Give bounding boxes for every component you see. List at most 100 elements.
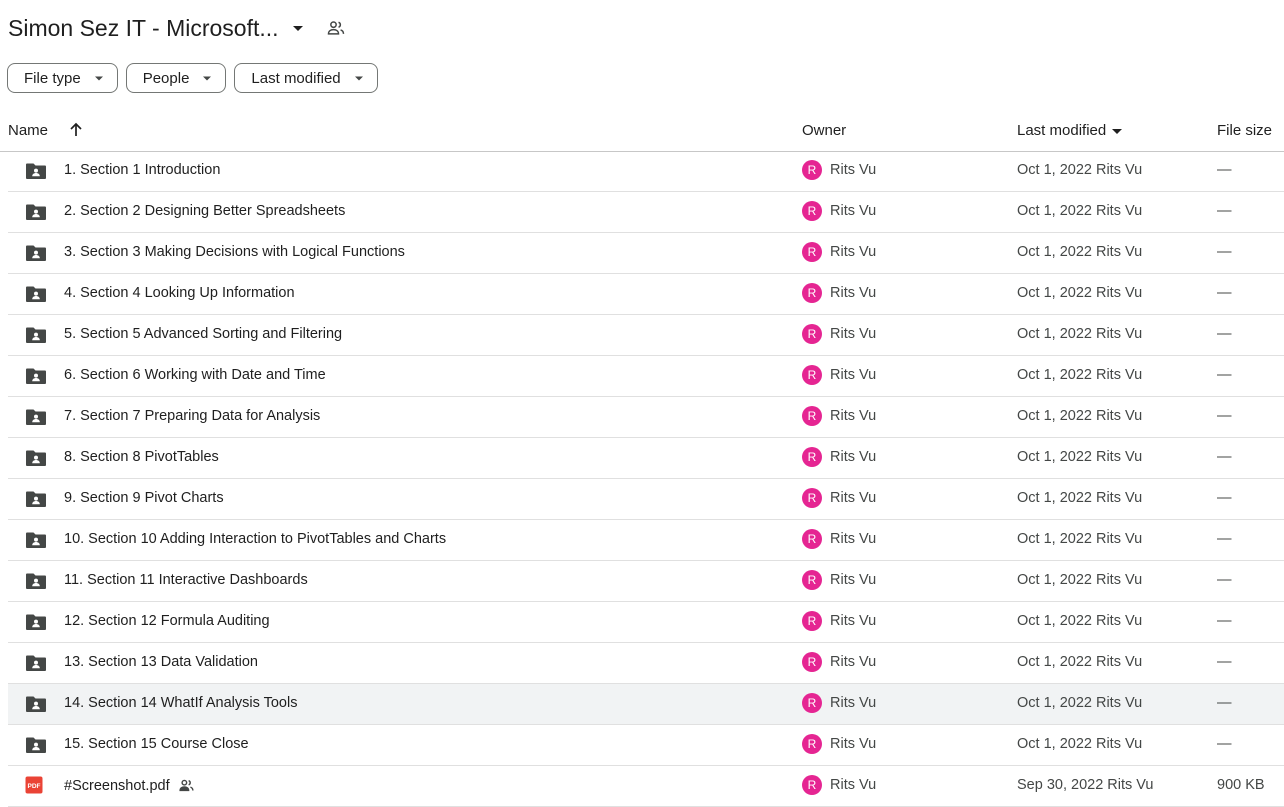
owner-name: Rits Vu [830,408,877,424]
svg-text:PDF: PDF [28,783,41,790]
shared-icon [178,777,195,794]
avatar[interactable]: R [802,283,822,303]
file-size: — [1217,203,1232,219]
file-size: — [1217,695,1232,711]
modified-by: Rits Vu [1095,326,1143,342]
people-icon[interactable] [321,13,351,43]
modified-by: Rits Vu [1095,367,1143,383]
owner-name: Rits Vu [830,367,877,383]
table-row[interactable]: 15. Section 15 Course Close R Rits Vu Oct 1… [8,725,1284,766]
shared-folder-icon [25,571,47,591]
avatar[interactable]: R [802,242,822,262]
table-row[interactable]: 7. Section 7 Preparing Data for Analysis… [8,397,1284,438]
modified-cell: Oct 1, 2022 Rits Vu [1017,490,1142,506]
owner-cell: R Rits Vu [802,283,876,303]
file-name-text: 1. Section 1 Introduction [64,162,221,178]
file-name[interactable]: 9. Section 9 Pivot Charts [64,490,224,506]
table-row[interactable]: 9. Section 9 Pivot Charts R Rits Vu Oct 1, … [8,479,1284,520]
owner-name: Rits Vu [830,490,877,506]
file-name[interactable]: 10. Section 10 Adding Interaction to Piv… [64,531,446,547]
file-type-filter[interactable]: File type [7,63,118,93]
file-name[interactable]: 5. Section 5 Advanced Sorting and Filter… [64,326,342,342]
file-name[interactable]: 6. Section 6 Working with Date and Time [64,367,326,383]
avatar[interactable]: R [802,201,822,221]
last-modified-column-header[interactable]: Last modified [1017,122,1124,139]
modified-date: Oct 1, 2022 [1017,203,1092,219]
shared-folder-icon [25,161,47,181]
file-name[interactable]: 3. Section 3 Making Decisions with Logic… [64,244,405,260]
avatar[interactable]: R [802,611,822,631]
people-filter[interactable]: People [125,63,227,93]
shared-folder-icon [25,284,47,304]
name-column-header[interactable]: Name [8,122,48,139]
last-modified-filter[interactable]: Last modified [234,63,378,93]
pdf-icon: PDF [25,776,47,796]
file-name[interactable]: 15. Section 15 Course Close [64,736,249,752]
modified-date: Oct 1, 2022 [1017,695,1092,711]
file-name-text: 12. Section 12 Formula Auditing [64,613,270,629]
modified-cell: Oct 1, 2022 Rits Vu [1017,408,1142,424]
avatar[interactable]: R [802,570,822,590]
avatar[interactable]: R [802,365,822,385]
shared-folder-icon [25,325,47,345]
table-row[interactable]: 4. Section 4 Looking Up Information R Rits… [8,274,1284,315]
table-row[interactable]: 14. Section 14 WhatIf Analysis Tools R Rit… [8,684,1284,725]
table-row[interactable]: 10. Section 10 Adding Interaction to Piv… [8,520,1284,561]
owner-column-header[interactable]: Owner [802,122,846,139]
avatar[interactable]: R [802,734,822,754]
avatar[interactable]: R [802,324,822,344]
file-size: — [1217,326,1232,342]
table-row[interactable]: 1. Section 1 Introduction R Rits Vu Oct 1, … [8,151,1284,192]
file-size-column-header[interactable]: File size [1217,122,1272,139]
file-name[interactable]: #Screenshot.pdf [64,777,195,794]
modified-cell: Oct 1, 2022 Rits Vu [1017,203,1142,219]
table-row[interactable]: 2. Section 2 Designing Better Spreadshee… [8,192,1284,233]
table-row[interactable]: 5. Section 5 Advanced Sorting and Filter… [8,315,1284,356]
shared-folder-icon [25,407,47,427]
avatar[interactable]: R [802,447,822,467]
avatar[interactable]: R [802,529,822,549]
table-row[interactable]: 6. Section 6 Working with Date and Time R… [8,356,1284,397]
file-name[interactable]: 2. Section 2 Designing Better Spreadshee… [64,203,345,219]
file-name[interactable]: 11. Section 11 Interactive Dashboards [64,572,308,588]
shared-folder-icon [25,694,47,714]
file-name[interactable]: 14. Section 14 WhatIf Analysis Tools [64,695,297,711]
table-row[interactable]: 13. Section 13 Data Validation R Rits Vu Oc… [8,643,1284,684]
avatar[interactable]: R [802,488,822,508]
file-name[interactable]: 1. Section 1 Introduction [64,162,220,178]
file-name[interactable]: 7. Section 7 Preparing Data for Analysis [64,408,320,424]
owner-name: Rits Vu [830,695,877,711]
file-name[interactable]: 8. Section 8 PivotTables [64,449,219,465]
modified-cell: Oct 1, 2022 Rits Vu [1017,531,1142,547]
table-row[interactable]: PDF #Screenshot.pdf R Rits Vu Sep 30, 2022 Ri… [8,766,1284,807]
arrow-upward-icon[interactable] [66,120,86,140]
file-name[interactable]: 12. Section 12 Formula Auditing [64,613,270,629]
folder-title[interactable]: Simon Sez IT - Microsoft... [8,15,279,42]
modified-cell: Oct 1, 2022 Rits Vu [1017,449,1142,465]
filter-label: Last modified [251,69,341,87]
avatar[interactable]: R [802,652,822,672]
arrow-drop-down-icon[interactable] [283,13,313,43]
avatar[interactable]: R [802,693,822,713]
avatar[interactable]: R [802,406,822,426]
owner-cell: R Rits Vu [802,652,876,672]
shared-folder-icon [25,243,47,263]
modified-by: Rits Vu [1107,777,1154,793]
table-row[interactable]: 8. Section 8 PivotTables R Rits Vu Oct 1, 2… [8,438,1284,479]
table-row[interactable]: 12. Section 12 Formula Auditing R Rits Vu O… [8,602,1284,643]
file-name-text: 3. Section 3 Making Decisions with Logic… [64,244,405,260]
modified-by: Rits Vu [1095,613,1143,629]
avatar[interactable]: R [802,160,822,180]
table-row[interactable]: 11. Section 11 Interactive Dashboards R Ri… [8,561,1284,602]
avatar[interactable]: R [802,775,822,795]
owner-cell: R Rits Vu [802,693,876,713]
filter-label: File type [24,69,81,87]
modified-cell: Oct 1, 2022 Rits Vu [1017,736,1142,752]
file-name[interactable]: 4. Section 4 Looking Up Information [64,285,295,301]
file-size: — [1217,613,1232,629]
owner-name: Rits Vu [830,531,877,547]
modified-cell: Oct 1, 2022 Rits Vu [1017,613,1142,629]
file-name[interactable]: 13. Section 13 Data Validation [64,654,258,670]
table-row[interactable]: 3. Section 3 Making Decisions with Logic… [8,233,1284,274]
modified-by: Rits Vu [1095,654,1143,670]
